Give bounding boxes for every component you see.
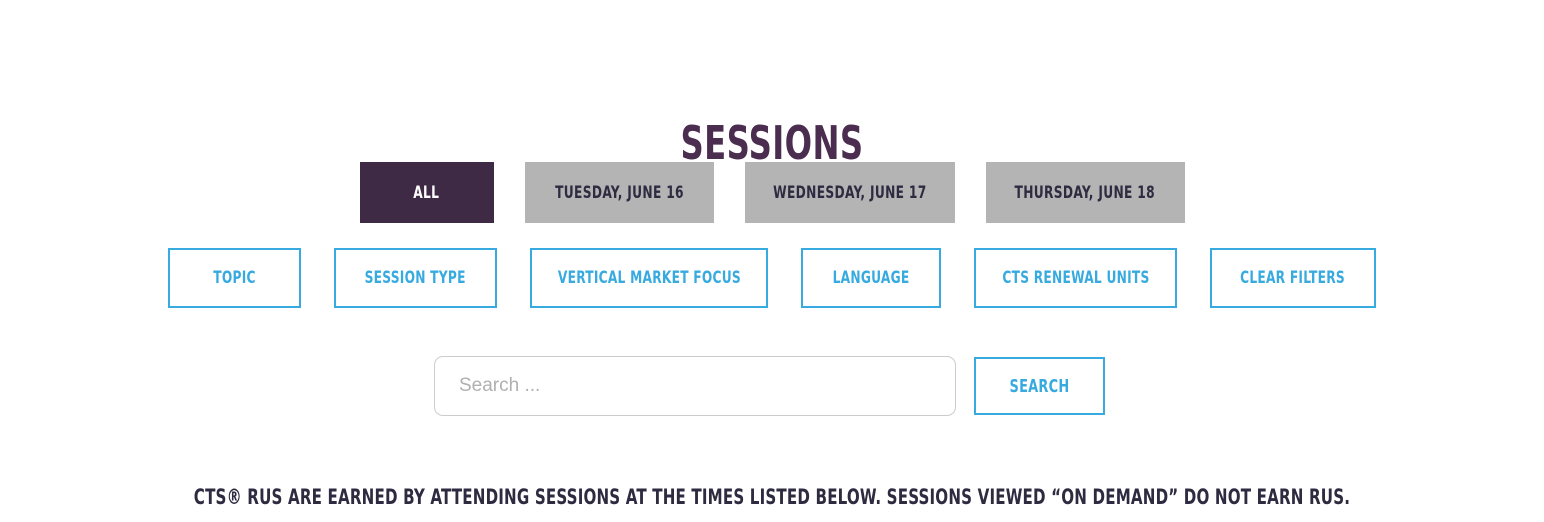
filter-topic-label: TOPIC — [213, 268, 256, 288]
filter-session-type-label: SESSION TYPE — [364, 268, 467, 288]
search-input[interactable] — [434, 356, 956, 416]
filter-topic-button[interactable]: TOPIC — [168, 248, 301, 308]
cts-rus-note: CTS® RUS ARE EARNED BY ATTENDING SESSION… — [193, 485, 1351, 509]
day-tab-all[interactable]: ALL — [359, 162, 494, 223]
filter-cts-renewal-units-label: CTS RENEWAL UNITS — [1001, 268, 1150, 288]
day-tab-thursday-label: THURSDAY, JUNE 18 — [1014, 182, 1156, 203]
day-tab-wednesday[interactable]: WEDNESDAY, JUNE 17 — [744, 162, 955, 223]
filter-session-type-button[interactable]: SESSION TYPE — [334, 248, 497, 308]
filter-vertical-market-focus-label: VERTICAL MARKET FOCUS — [557, 268, 741, 288]
filter-button-group: TOPIC SESSION TYPE VERTICAL MARKET FOCUS… — [0, 248, 1544, 308]
day-tab-all-label: ALL — [413, 182, 440, 203]
clear-filters-label: CLEAR FILTERS — [1240, 268, 1346, 288]
day-tab-wednesday-label: WEDNESDAY, JUNE 17 — [772, 182, 927, 203]
clear-filters-button[interactable]: CLEAR FILTERS — [1210, 248, 1376, 308]
day-tab-group: ALL TUESDAY, JUNE 16 WEDNESDAY, JUNE 17 … — [0, 162, 1544, 224]
sessions-page: SESSIONS ALL TUESDAY, JUNE 16 WEDNESDAY,… — [0, 0, 1544, 522]
filter-language-button[interactable]: LANGUAGE — [801, 248, 941, 308]
search-row: SEARCH — [434, 355, 1110, 417]
search-button[interactable]: SEARCH — [974, 357, 1105, 415]
filter-vertical-market-focus-button[interactable]: VERTICAL MARKET FOCUS — [530, 248, 768, 308]
day-tab-tuesday-label: TUESDAY, JUNE 16 — [554, 182, 684, 203]
filter-language-label: LANGUAGE — [832, 268, 910, 288]
filter-cts-renewal-units-button[interactable]: CTS RENEWAL UNITS — [974, 248, 1177, 308]
day-tab-thursday[interactable]: THURSDAY, JUNE 18 — [985, 162, 1185, 223]
day-tab-tuesday[interactable]: TUESDAY, JUNE 16 — [524, 162, 714, 223]
search-button-label: SEARCH — [1009, 375, 1070, 397]
